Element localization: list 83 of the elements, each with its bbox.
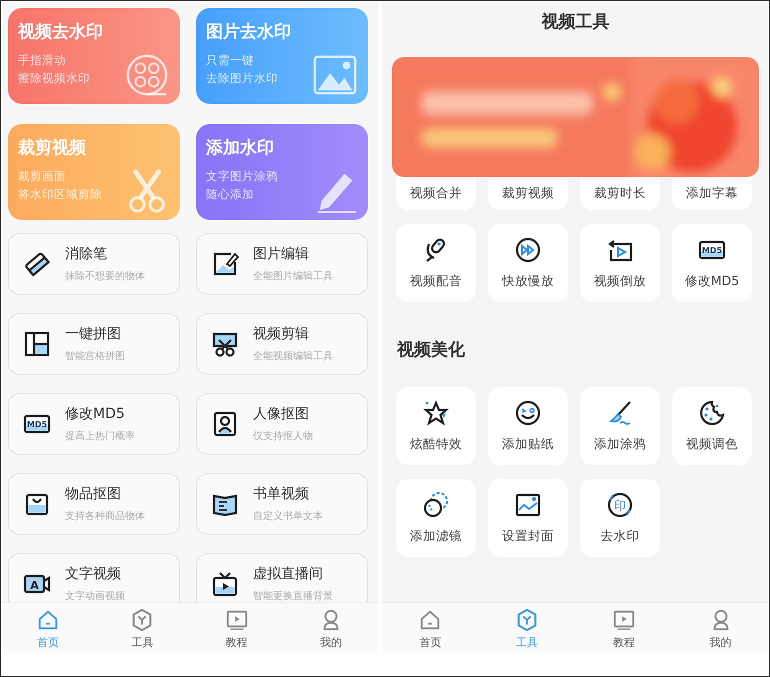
tool-tile[interactable]: 裁剪时长 [580, 177, 660, 210]
tab-bar-item[interactable]: 教程 [576, 603, 672, 655]
feature-description: 裁剪画面 [18, 168, 67, 185]
tool-description: 文字动画视频 [65, 590, 125, 602]
tool-card[interactable]: MD5 修改MD5 提高上热门概率 [8, 393, 180, 455]
section-heading: 视频美化 [397, 339, 466, 361]
feature-description: 手指滑动 [18, 52, 67, 69]
portrait-icon [211, 410, 239, 438]
tool-card[interactable]: 人像抠图 仅支持抠人物 [196, 393, 368, 455]
tool-description: 支持各种商品物体 [65, 510, 145, 523]
tool-tile[interactable]: 快放慢放 [488, 224, 568, 302]
tool-title: 视频剪辑 [253, 325, 310, 343]
tab-bar-item[interactable]: 我的 [284, 603, 378, 655]
brush-icon [606, 399, 634, 427]
collage-icon [23, 330, 51, 358]
tv-icon [211, 570, 239, 598]
tool-description: 仅支持抠人物 [253, 430, 313, 443]
tool-tile[interactable]: 视频倒放 [580, 224, 660, 302]
tool-tile[interactable]: 视频配音 [396, 224, 476, 302]
tool-title: 修改MD5 [65, 405, 126, 423]
tool-card[interactable]: 消除笔 抹除不想要的物体 [8, 233, 180, 295]
tool-tile[interactable]: 设置封面 [488, 479, 568, 557]
tool-description: 智能更换直播背景 [253, 590, 333, 602]
tool-tile[interactable]: MD5 修改MD5 [672, 224, 752, 302]
tool-title: 人像抠图 [253, 405, 310, 423]
tool-card[interactable]: A 文字视频 文字动画视频 [8, 553, 180, 602]
feature-title: 视频去水印 [18, 21, 104, 43]
tool-tile[interactable]: 添加涂鸦 [580, 387, 660, 465]
tab-bar-item[interactable]: 工具 [95, 603, 190, 655]
feature-title: 裁剪视频 [18, 137, 87, 159]
tool-tile[interactable]: 添加贴纸 [488, 387, 568, 465]
tool-tile[interactable]: 视频调色 [672, 387, 752, 465]
scissors-icon [211, 330, 239, 358]
image-icon [514, 491, 542, 519]
tab-bar-item[interactable]: 我的 [672, 603, 769, 655]
tab-bar-item[interactable]: 首页 [382, 603, 479, 655]
star-icon [422, 399, 450, 427]
tool-tile[interactable]: 裁剪视频 [488, 177, 568, 210]
tool-tile[interactable]: 视频合并 [396, 177, 476, 210]
tool-title: 物品抠图 [65, 485, 122, 503]
tool-card[interactable]: 图片编辑 全能图片编辑工具 [196, 233, 368, 295]
tool-card[interactable]: 书单视频 自定义书单文本 [196, 473, 368, 535]
tool-title: 书单视频 [253, 485, 310, 503]
tool-description: 全能图片编辑工具 [253, 270, 333, 283]
tool-description: 抹除不想要的物体 [65, 270, 145, 283]
fast-forward-icon [514, 236, 542, 264]
feature-description: 文字图片涂鸦 [206, 168, 279, 185]
feature-description: 去除图片水印 [206, 70, 279, 87]
tool-title: 一键拼图 [65, 325, 122, 343]
stamp-icon: 印 [606, 491, 634, 519]
tool-tile[interactable]: 印 去水印 [580, 479, 660, 557]
image-edit-icon [211, 250, 239, 278]
tool-title: 消除笔 [65, 245, 108, 263]
tool-title: 图片编辑 [253, 245, 310, 263]
tool-title: 文字视频 [65, 565, 122, 583]
tool-card[interactable]: 虚拟直播间 智能更换直播背景 [196, 553, 368, 602]
tab-bar-item[interactable]: 教程 [190, 603, 284, 655]
tool-tile[interactable]: 添加滤镜 [396, 479, 476, 557]
smiley-icon [514, 399, 542, 427]
feature-title: 图片去水印 [206, 21, 292, 43]
palette-icon [698, 399, 726, 427]
tool-tile[interactable]: 添加字幕 [672, 177, 752, 210]
tool-description: 智能宫格拼图 [65, 350, 125, 363]
feature-description: 随心添加 [206, 186, 255, 203]
feature-description: 擦除视频水印 [18, 70, 91, 87]
play-icon [224, 608, 249, 632]
tool-description: 提高上热门概率 [65, 430, 135, 443]
tool-tile[interactable]: 炫酷特效 [396, 387, 476, 465]
film-reel-icon [124, 52, 170, 98]
feature-description: 只需一键 [206, 52, 255, 69]
screen-title: 视频工具 [540, 11, 610, 34]
tool-card[interactable]: 物品抠图 支持各种商品物体 [8, 473, 180, 535]
hexagon-icon [515, 608, 540, 632]
feature-description: 将水印区域剪除 [18, 186, 103, 203]
hexagon-icon [130, 608, 154, 632]
filter-icon [422, 491, 450, 519]
tool-title: 虚拟直播间 [253, 565, 324, 583]
tool-card[interactable]: 一键拼图 智能宫格拼图 [8, 313, 180, 375]
feature-title: 添加水印 [206, 137, 275, 159]
tool-description: 自定义书单文本 [253, 510, 323, 523]
tool-description: 全能视频编辑工具 [253, 350, 333, 363]
play-icon [612, 608, 636, 632]
tool-card[interactable]: 视频剪辑 全能视频编辑工具 [196, 313, 368, 375]
